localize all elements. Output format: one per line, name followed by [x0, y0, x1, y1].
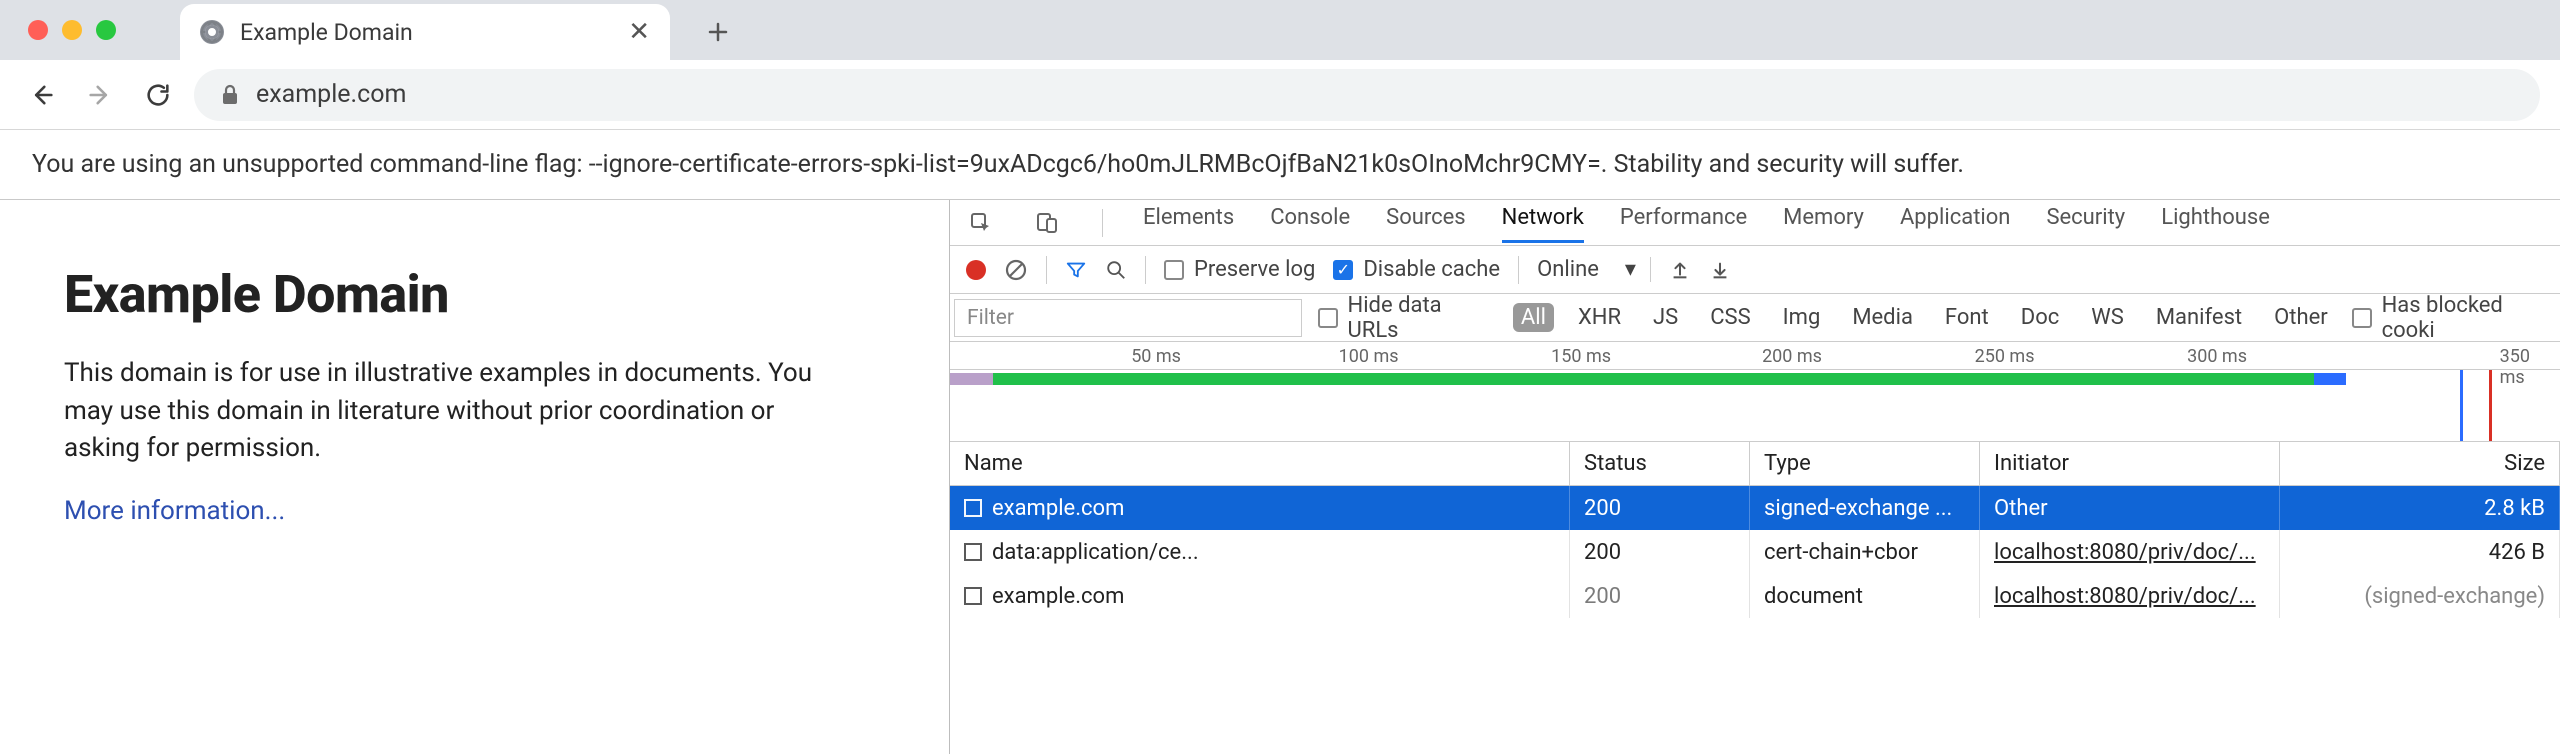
col-size[interactable]: Size	[2280, 442, 2560, 485]
devtools-tab-network[interactable]: Network	[1502, 205, 1584, 240]
browser-titlebar: Example Domain ✕	[0, 0, 2560, 60]
disable-cache-checkbox[interactable]: ✓Disable cache	[1333, 257, 1500, 282]
forward-button[interactable]	[78, 73, 122, 117]
devtools-panel: Elements Console Sources Network Performance…	[950, 200, 2560, 754]
browser-tab[interactable]: Example Domain ✕	[180, 4, 670, 60]
filter-type-img[interactable]: Img	[1775, 303, 1829, 332]
filter-type-media[interactable]: Media	[1844, 303, 1921, 332]
table-row[interactable]: example.com200documentlocalhost:8080/pri…	[950, 574, 2560, 618]
close-window-button[interactable]	[28, 20, 48, 40]
reload-button[interactable]	[136, 73, 180, 117]
throttling-select[interactable]: Online▾	[1537, 257, 1651, 282]
devtools-tab-lighthouse[interactable]: Lighthouse	[2161, 205, 2270, 240]
preserve-log-checkbox[interactable]: Preserve log	[1164, 257, 1315, 282]
more-info-link[interactable]: More information...	[64, 496, 285, 526]
table-row[interactable]: data:application/ce...200cert-chain+cbor…	[950, 530, 2560, 574]
filter-type-ws[interactable]: WS	[2083, 303, 2132, 332]
back-button[interactable]	[20, 73, 64, 117]
devtools-tab-sources[interactable]: Sources	[1386, 205, 1466, 240]
page-heading: Example Domain	[64, 264, 885, 325]
network-filter-bar: Filter Hide data URLs All XHR JS CSS Img Medi…	[950, 294, 2560, 342]
lock-icon	[220, 84, 240, 106]
filter-type-other[interactable]: Other	[2266, 303, 2336, 332]
col-status[interactable]: Status	[1570, 442, 1750, 485]
timeline-tick: 50 ms	[1131, 346, 1181, 367]
filter-type-js[interactable]: JS	[1645, 303, 1686, 332]
search-icon[interactable]	[1105, 259, 1127, 281]
col-name[interactable]: Name	[950, 442, 1570, 485]
filter-type-all[interactable]: All	[1513, 303, 1554, 332]
hide-data-urls-checkbox[interactable]: Hide data URLs	[1318, 293, 1497, 343]
page-body-text: This domain is for use in illustrative e…	[64, 355, 844, 468]
devtools-tab-security[interactable]: Security	[2046, 205, 2125, 240]
devtools-tabstrip: Elements Console Sources Network Performance…	[950, 200, 2560, 246]
filter-type-css[interactable]: CSS	[1702, 303, 1758, 332]
devtools-tab-application[interactable]: Application	[1900, 205, 2010, 240]
col-initiator[interactable]: Initiator	[1980, 442, 2280, 485]
filter-icon[interactable]	[1065, 259, 1087, 281]
devtools-tab-memory[interactable]: Memory	[1783, 205, 1864, 240]
devtools-tab-console[interactable]: Console	[1270, 205, 1350, 240]
network-controls: Preserve log ✓Disable cache Online▾	[950, 246, 2560, 294]
filter-type-font[interactable]: Font	[1937, 303, 1997, 332]
tab-title: Example Domain	[240, 19, 612, 46]
file-icon	[964, 587, 982, 605]
upload-har-icon[interactable]	[1669, 259, 1691, 281]
window-traffic-lights	[28, 20, 116, 40]
timeline-tick: 250 ms	[1975, 346, 2035, 367]
table-row[interactable]: example.com200signed-exchange ...Other2.…	[950, 486, 2560, 530]
filter-input[interactable]: Filter	[954, 299, 1302, 337]
infobar-text: You are using an unsupported command-lin…	[32, 150, 1964, 179]
inspect-element-icon[interactable]	[966, 211, 996, 235]
blocked-cookies-checkbox[interactable]: Has blocked cooki	[2352, 293, 2560, 343]
address-bar[interactable]: example.com	[194, 69, 2540, 121]
download-har-icon[interactable]	[1709, 259, 1731, 281]
file-icon	[964, 543, 982, 561]
url-text: example.com	[256, 80, 406, 109]
clear-log-icon[interactable]	[1004, 258, 1028, 282]
timeline-tick: 150 ms	[1551, 346, 1611, 367]
timeline-tick: 100 ms	[1339, 346, 1399, 367]
zoom-window-button[interactable]	[96, 20, 116, 40]
record-button[interactable]	[966, 260, 986, 280]
col-type[interactable]: Type	[1750, 442, 1980, 485]
table-header-row: Name Status Type Initiator Size	[950, 442, 2560, 486]
timeline-tick: 200 ms	[1762, 346, 1822, 367]
devtools-tab-elements[interactable]: Elements	[1143, 205, 1234, 240]
disable-cache-label: Disable cache	[1363, 257, 1500, 282]
infobar-warning: You are using an unsupported command-lin…	[0, 130, 2560, 200]
file-icon	[964, 499, 982, 517]
timeline-tick: 300 ms	[2187, 346, 2247, 367]
rendered-page: Example Domain This domain is for use in…	[0, 200, 950, 754]
browser-toolbar: example.com	[0, 60, 2560, 130]
minimize-window-button[interactable]	[62, 20, 82, 40]
filter-type-xhr[interactable]: XHR	[1570, 303, 1629, 332]
device-toolbar-icon[interactable]	[1032, 211, 1062, 235]
globe-icon	[200, 20, 224, 44]
network-request-table: Name Status Type Initiator Size example.…	[950, 442, 2560, 754]
new-tab-button[interactable]	[698, 12, 738, 52]
chevron-down-icon: ▾	[1625, 257, 1636, 282]
network-timeline[interactable]: 50 ms100 ms150 ms200 ms250 ms300 ms350 m…	[950, 342, 2560, 442]
close-tab-icon[interactable]: ✕	[628, 17, 650, 47]
filter-type-doc[interactable]: Doc	[2013, 303, 2068, 332]
preserve-log-label: Preserve log	[1194, 257, 1315, 282]
filter-type-manifest[interactable]: Manifest	[2148, 303, 2250, 332]
devtools-tab-performance[interactable]: Performance	[1620, 205, 1747, 240]
